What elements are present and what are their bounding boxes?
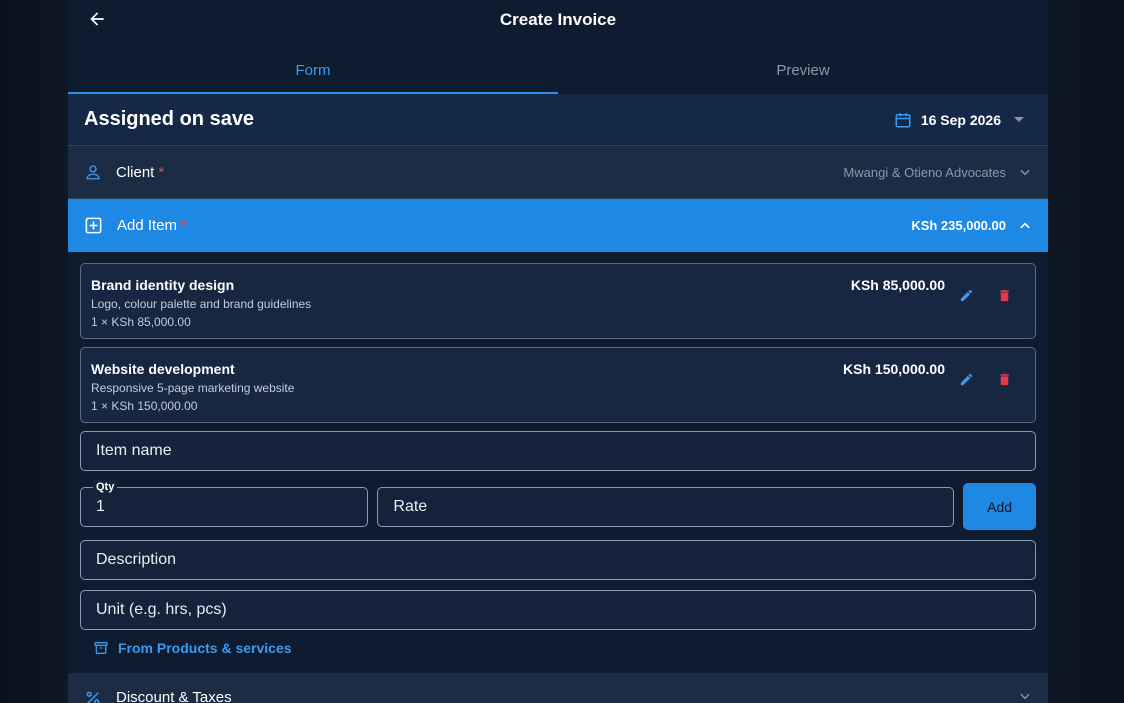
trash-icon[interactable]	[995, 286, 1013, 304]
qty-field: Qty	[80, 479, 369, 527]
unit-field	[80, 590, 1036, 630]
client-label-text: Client	[116, 163, 155, 181]
rate-input[interactable]	[393, 497, 939, 516]
discount-label: Discount & Taxes	[116, 689, 232, 703]
tab-preview[interactable]: Preview	[558, 44, 1048, 94]
invoice-app: Create Invoice Form Preview Assigned on …	[68, 0, 1048, 703]
items-area: Brand identity design Logo, colour palet…	[68, 252, 1048, 658]
from-products-link[interactable]: From Products & services	[93, 638, 1036, 658]
discount-taxes-section[interactable]: Discount & Taxes	[68, 673, 1048, 703]
item-name-field	[80, 431, 1036, 471]
item-description: Logo, colour palette and brand guideline…	[91, 297, 312, 311]
right-backdrop	[1048, 0, 1124, 703]
add-item-total-group: KSh 235,000.00	[911, 218, 1032, 233]
items-total: KSh 235,000.00	[911, 218, 1006, 233]
trash-icon[interactable]	[995, 370, 1013, 388]
item-card: Brand identity design Logo, colour palet…	[80, 263, 1036, 339]
item-amount: KSh 85,000.00	[850, 277, 945, 293]
item-card: Website development Responsive 5-page ma…	[80, 347, 1036, 423]
client-section[interactable]: Client * Mwangi & Otieno Advocates	[68, 146, 1048, 199]
add-item-label-text: Add Item	[117, 217, 178, 234]
required-mark: *	[158, 163, 165, 181]
item-name-input[interactable]	[96, 442, 1020, 460]
qty-input[interactable]	[96, 497, 353, 516]
chevron-up-icon	[1018, 219, 1032, 233]
qty-label: Qty	[93, 479, 118, 494]
plus-square-icon	[84, 216, 103, 235]
add-item-button[interactable]: Add	[963, 483, 1036, 530]
add-item-section[interactable]: Add Item * KSh 235,000.00	[68, 199, 1048, 252]
date-picker[interactable]: 16 Sep 2026	[894, 111, 1024, 129]
item-qty-rate: 1 × KSh 150,000.00	[91, 399, 198, 413]
item-amount: KSh 150,000.00	[843, 361, 945, 377]
client-value-group: Mwangi & Otieno Advocates	[843, 165, 1032, 180]
left-backdrop	[0, 0, 68, 703]
invoice-number-row: Assigned on save 16 Sep 2026	[68, 94, 1048, 146]
discount-chevron-group	[1018, 689, 1032, 703]
chevron-down-icon	[1018, 165, 1032, 179]
item-description: Responsive 5-page marketing website	[91, 381, 295, 395]
person-icon	[84, 163, 102, 181]
unit-input[interactable]	[96, 601, 1020, 619]
rate-field	[377, 486, 955, 527]
pencil-icon[interactable]	[957, 370, 975, 388]
client-label: Client *	[116, 164, 164, 181]
archive-icon	[93, 640, 109, 656]
page-title: Create Invoice	[499, 10, 617, 29]
pencil-icon[interactable]	[957, 286, 975, 304]
caret-down-icon	[1014, 117, 1024, 122]
percent-icon	[84, 689, 102, 703]
tab-form[interactable]: Form	[68, 44, 558, 94]
chevron-down-icon	[1018, 689, 1032, 703]
invoice-number-text: Assigned on save	[84, 108, 255, 130]
tab-bar: Form Preview	[68, 44, 1048, 94]
top-bar: Create Invoice	[68, 0, 1048, 44]
add-item-label: Add Item *	[117, 217, 187, 234]
client-value: Mwangi & Otieno Advocates	[843, 164, 1006, 180]
invoice-date: 16 Sep 2026	[920, 111, 1001, 128]
item-qty-rate: 1 × KSh 85,000.00	[91, 315, 191, 329]
from-products-text: From Products & services	[118, 640, 292, 656]
description-input[interactable]	[96, 551, 1020, 569]
calendar-icon	[894, 111, 912, 129]
required-mark: *	[181, 217, 187, 234]
description-field	[80, 540, 1036, 580]
qty-rate-row: Qty Add	[80, 479, 1036, 530]
